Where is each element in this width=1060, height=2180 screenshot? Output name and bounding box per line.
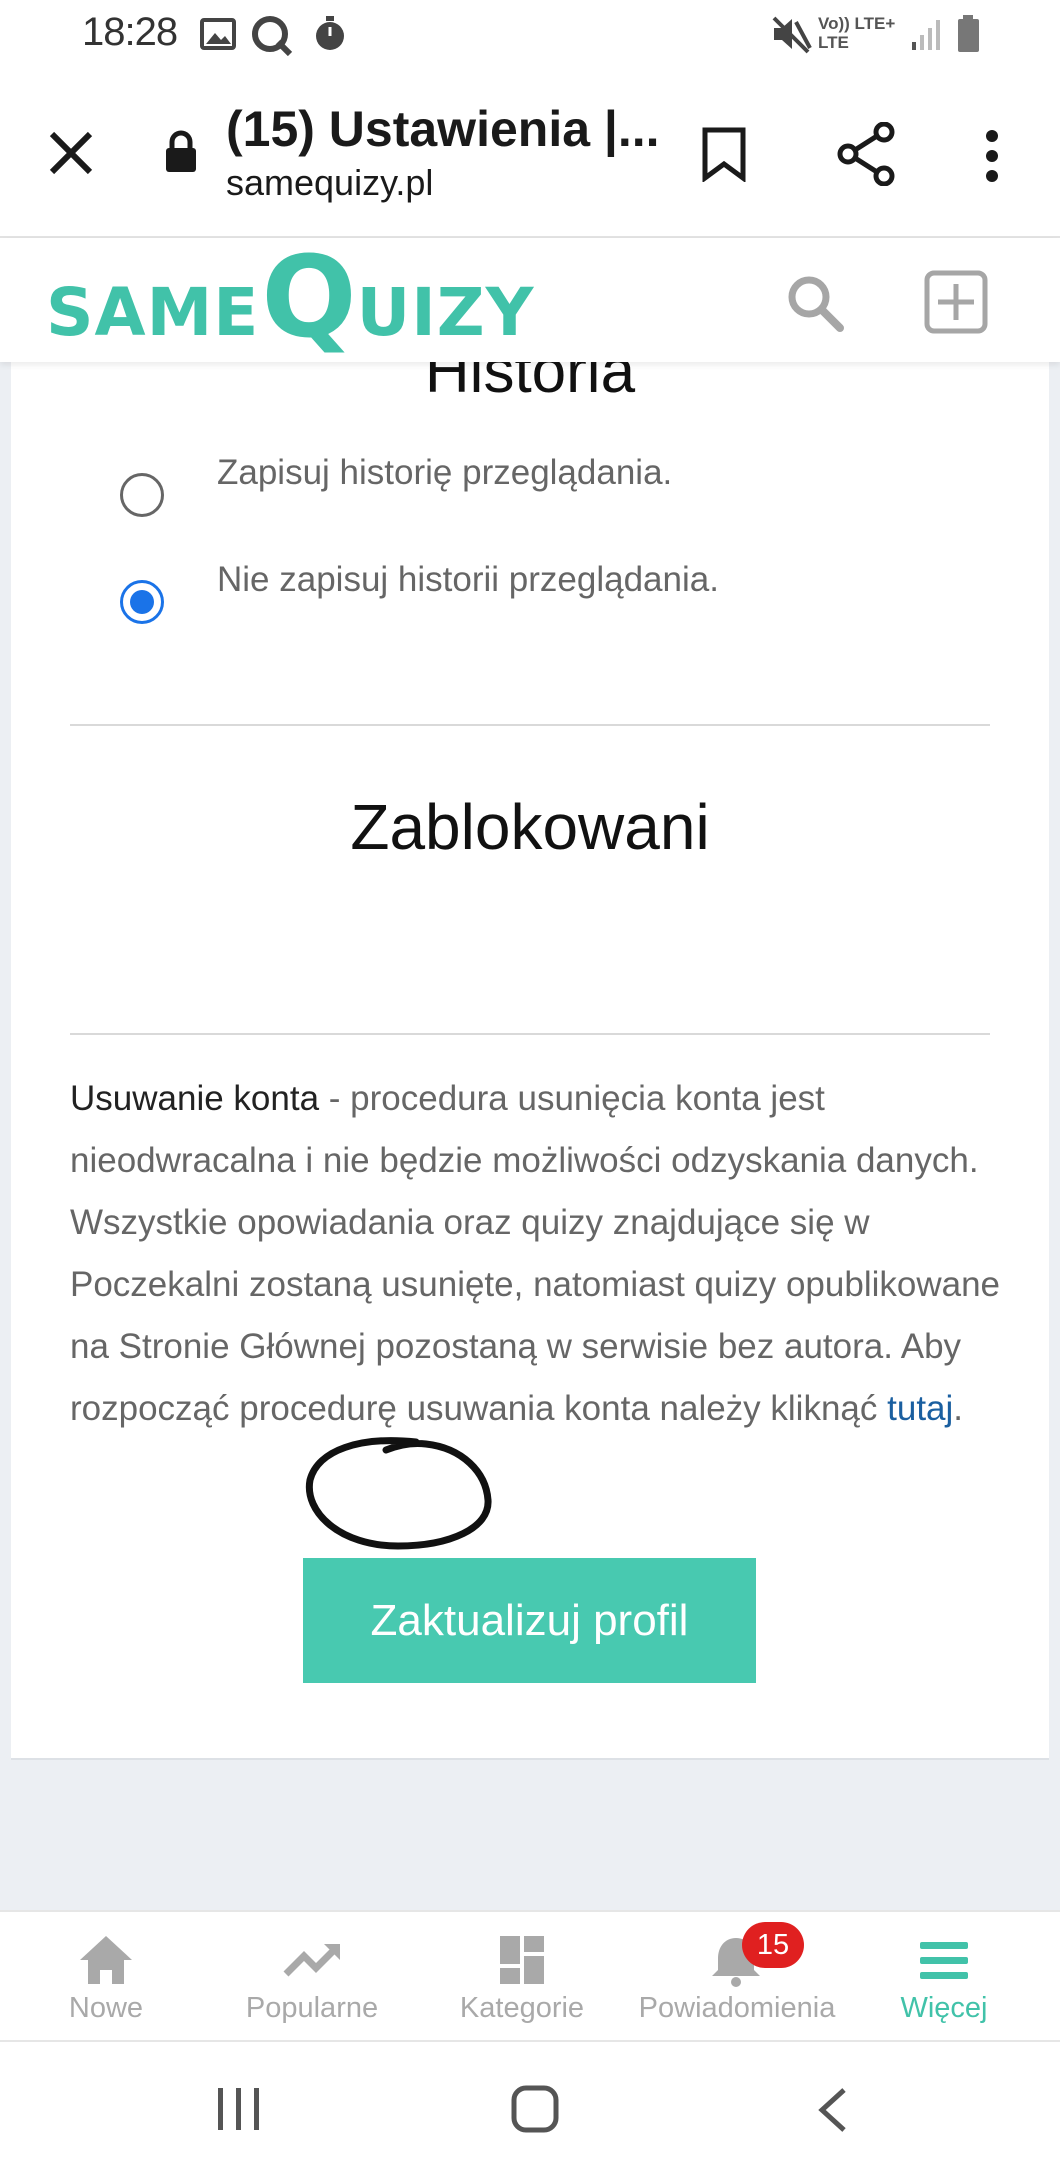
nav-label: Więcej [900,1992,988,2024]
battery-icon [958,15,979,52]
bookmark-icon[interactable] [700,126,748,182]
nav-label: Nowe [68,1992,144,2024]
samequizy-logo[interactable]: SAME Q UIZY [46,238,534,362]
share-icon[interactable] [836,122,896,186]
history-dont-save-radio[interactable] [120,580,164,624]
history-dont-save-label[interactable]: Nie zapisuj historii przeglądania. [217,560,719,600]
nav-item-kategorie[interactable]: Kategorie [416,1910,628,2038]
nav-item-popularne[interactable]: Popularne [206,1910,418,2038]
hand-drawn-circle-annotation [305,1437,492,1550]
section-divider [70,1033,990,1035]
delete-account-heading: Usuwanie konta [70,1079,320,1118]
lock-icon [166,130,196,172]
recent-apps-icon[interactable] [214,2086,266,2132]
mute-icon [772,16,812,54]
nav-label: Popularne [245,1992,379,2024]
trending-icon [283,1944,340,1977]
blocked-section-title: Zablokowani [350,791,710,863]
back-icon[interactable] [814,2086,850,2134]
nav-item-nowe[interactable]: Nowe [0,1910,212,2038]
search-icon[interactable] [786,274,844,332]
delete-account-link[interactable]: tutaj [887,1389,953,1428]
history-save-label[interactable]: Zapisuj historię przeglądania. [217,453,672,493]
close-tab-icon[interactable] [48,130,94,176]
menu-icon [920,1942,968,1979]
network-indicator: Vo)) LTE+ LTE [818,14,896,52]
clock: 18:28 [82,10,178,54]
history-save-radio[interactable] [120,473,164,517]
more-options-icon[interactable] [984,128,1000,184]
add-quiz-icon[interactable] [924,270,988,334]
section-divider [70,724,990,726]
page-url[interactable]: samequizy.pl [226,162,433,204]
notification-count-badge: 15 [742,1922,804,1968]
grid-icon [500,1936,544,1984]
signal-icon [912,20,940,50]
nav-label: Powiadomienia [638,1992,836,2024]
gallery-notification-icon [200,18,236,50]
update-profile-button[interactable]: Zaktualizuj profil [303,1558,756,1683]
timer-notification-icon [316,16,344,50]
nav-item-powiadomienia[interactable]: Powiadomienia [630,1910,844,2038]
delete-account-text: - procedura usunięcia konta jest nieodwr… [70,1079,1001,1428]
nav-label: Kategorie [459,1992,585,2024]
nav-item-wiecej[interactable]: Więcej [838,1910,1050,2038]
page-title[interactable]: (15) Ustawienia |... [226,100,660,158]
delete-account-info: Usuwanie konta - procedura usunięcia kon… [70,1068,1000,1440]
home-icon [80,1936,132,1984]
quizy-notification-icon [252,16,293,56]
home-button-icon[interactable] [510,2084,562,2136]
period: . [953,1389,964,1428]
